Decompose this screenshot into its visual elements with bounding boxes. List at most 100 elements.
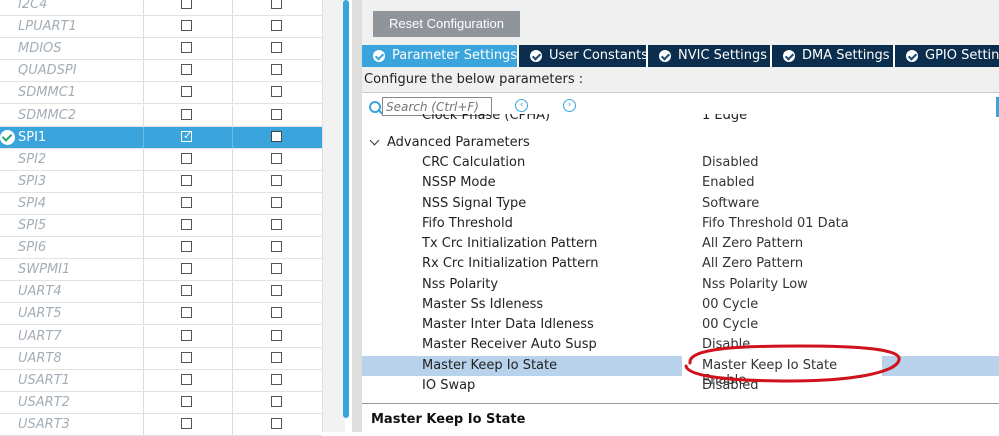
config-cell (232, 38, 323, 60)
mode-checkbox[interactable] (181, 152, 192, 164)
mode-cell (143, 104, 233, 126)
config-checkbox[interactable] (271, 219, 282, 230)
mode-checkbox[interactable] (181, 417, 192, 429)
mode-checkbox[interactable] (181, 86, 192, 98)
mode-cell (143, 148, 233, 170)
config-checkbox[interactable] (271, 351, 282, 363)
config-checkbox[interactable] (271, 417, 282, 429)
tab-gpio-settings[interactable]: GPIO Settings (895, 45, 999, 67)
mode-checkbox[interactable] (181, 373, 192, 385)
peripheral-list-scrollbar[interactable] (343, 0, 349, 418)
description-title: Master Keep Io State (371, 412, 526, 427)
peripheral-row[interactable]: USART1 (0, 369, 322, 392)
config-checkbox[interactable] (271, 373, 282, 385)
advanced-parameters-section[interactable]: Advanced Parameters (362, 133, 999, 153)
mode-checkbox[interactable] (181, 285, 192, 297)
description-pane: Master Keep Io State (362, 403, 999, 433)
parameter-row[interactable]: Rx Crc Initialization Pattern All Zero Pa… (362, 254, 999, 274)
peripheral-row[interactable]: SDMMC1 (0, 82, 322, 105)
config-checkbox[interactable] (271, 64, 282, 76)
param-name: Clock Phase (CPHA) (422, 114, 551, 123)
config-checkbox[interactable] (271, 196, 282, 208)
config-checkbox[interactable] (271, 174, 282, 186)
tab-dma-settings[interactable]: DMA Settings (772, 45, 895, 67)
mode-checkbox[interactable] (181, 20, 192, 32)
config-checkbox[interactable] (271, 241, 282, 253)
peripheral-row[interactable]: QUADSPI (0, 60, 322, 83)
peripheral-row[interactable]: SPI4 (0, 192, 322, 215)
peripheral-row[interactable]: MDIOS (0, 38, 323, 61)
config-checkbox[interactable] (271, 263, 282, 275)
mode-checkbox[interactable] (181, 241, 192, 253)
mode-checkbox[interactable] (181, 196, 192, 208)
mode-checkbox[interactable] (181, 395, 192, 407)
parameter-row[interactable]: Master Ss Idleness 00 Cycle (362, 295, 999, 315)
peripheral-row[interactable]: SWPMI1 (0, 259, 323, 282)
peripheral-row[interactable]: USART3 (0, 413, 322, 436)
parameter-row[interactable]: Fifo Threshold Fifo Threshold 01 Data (362, 214, 999, 234)
peripheral-row[interactable]: UART5 (0, 303, 322, 326)
peripheral-row[interactable]: SPI2 (0, 148, 322, 171)
peripheral-row[interactable]: I2C4 (0, 0, 322, 16)
param-name: Rx Crc Initialization Pattern (422, 256, 599, 272)
config-checkbox[interactable] (271, 130, 282, 142)
peripheral-name: UART7 (18, 328, 62, 344)
mode-checkbox[interactable] (181, 0, 192, 9)
peripheral-name: USART1 (18, 372, 70, 388)
parameter-row[interactable]: NSS Signal Type Software (362, 194, 999, 214)
config-cell (232, 215, 323, 236)
config-checkbox[interactable] (271, 285, 282, 297)
parameter-row[interactable]: Master Inter Data Idleness 00 Cycle (362, 315, 999, 335)
reset-configuration-button[interactable]: Reset Configuration (373, 11, 520, 37)
parameter-row[interactable]: NSSP Mode Enabled (362, 173, 999, 193)
config-checkbox[interactable] (271, 395, 282, 407)
peripheral-row[interactable]: LPUART1 (0, 16, 322, 39)
peripheral-row[interactable]: UART7 (0, 325, 322, 348)
config-checkbox[interactable] (271, 108, 282, 120)
tab-nvic-settings[interactable]: NVIC Settings (648, 45, 772, 67)
param-name: Master Ss Idleness (422, 296, 544, 312)
peripheral-row[interactable]: SDMMC2 (0, 104, 322, 127)
parameter-row[interactable]: Tx Crc Initialization Pattern All Zero Pa… (362, 234, 999, 254)
search-next-icon[interactable]: › (563, 99, 576, 112)
mode-checkbox[interactable] (181, 263, 192, 275)
param-value: Fifo Threshold 01 Data (702, 215, 849, 231)
mode-checkbox[interactable] (181, 174, 192, 186)
mode-checkbox[interactable] (181, 42, 192, 54)
peripheral-list-scroll-track[interactable] (322, 0, 345, 432)
param-name: Master Receiver Auto Susp (422, 337, 597, 353)
parameter-row[interactable]: Nss Polarity Nss Polarity Low (362, 275, 999, 295)
peripheral-row[interactable]: SPI1 ✓ (0, 126, 322, 149)
parameter-row[interactable]: CRC Calculation Disabled (362, 153, 999, 173)
param-value: All Zero Pattern (702, 236, 804, 251)
mode-checkbox[interactable] (181, 64, 192, 76)
peripheral-name: SPI5 (18, 218, 47, 233)
mode-checkbox[interactable] (181, 219, 192, 230)
config-checkbox[interactable] (271, 86, 282, 98)
mode-checkbox[interactable] (181, 329, 192, 341)
mode-checkbox[interactable] (181, 108, 192, 120)
mode-checkbox[interactable]: ✓ (181, 129, 192, 142)
config-checkbox[interactable] (271, 329, 282, 341)
config-checkbox[interactable] (271, 307, 282, 319)
config-checkbox[interactable] (271, 0, 282, 9)
peripheral-row[interactable]: UART4 (0, 281, 322, 304)
peripheral-row[interactable]: USART2 (0, 391, 322, 414)
tab-user-constants[interactable]: User Constants (519, 45, 648, 67)
peripheral-row[interactable]: UART8 (0, 347, 322, 370)
panel-splitter[interactable] (352, 0, 362, 432)
tab-parameter-settings[interactable]: Parameter Settings (362, 45, 519, 67)
mode-checkbox[interactable] (181, 307, 192, 319)
mode-checkbox[interactable] (181, 351, 192, 363)
config-checkbox[interactable] (271, 42, 282, 54)
configure-parameters-label: Configure the below parameters : (364, 72, 584, 87)
peripheral-row[interactable]: SPI5 (0, 215, 322, 237)
config-cell (232, 259, 323, 281)
config-checkbox[interactable] (271, 20, 282, 32)
mode-cell (143, 347, 233, 369)
search-previous-icon[interactable]: ‹ (515, 99, 528, 112)
peripheral-row[interactable]: SPI3 (0, 170, 322, 193)
config-checkbox[interactable] (271, 152, 282, 164)
peripheral-row[interactable]: SPI6 (0, 237, 322, 260)
tab-label: DMA Settings (802, 48, 890, 63)
